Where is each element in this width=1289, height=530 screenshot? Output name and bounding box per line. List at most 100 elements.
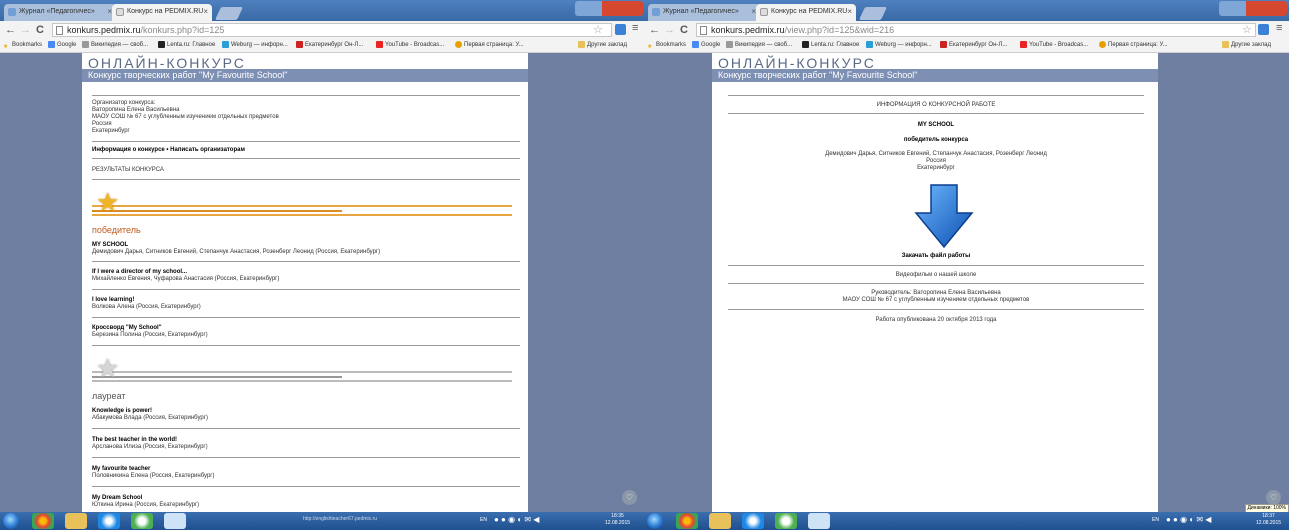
divider [92, 457, 520, 458]
bookmark-star-icon[interactable]: ☆ [593, 23, 603, 36]
bookmark-item[interactable]: Первая страница: У... [1099, 39, 1168, 52]
bookmark-item[interactable]: Weburg — инфорн... [222, 39, 288, 52]
download-link[interactable]: Закачать файл работы [728, 253, 1144, 260]
clock[interactable]: 18:35 12.08.2015 [605, 513, 630, 527]
bookmark-item[interactable]: Google [48, 39, 76, 52]
tab-journal[interactable]: Журнал «Педагогичес» × [4, 4, 116, 21]
download-arrow-icon[interactable] [914, 183, 974, 249]
laureate-title[interactable]: My favourite teacher [92, 466, 150, 473]
window-controls[interactable] [575, 1, 643, 16]
bookmark-item[interactable]: Google [692, 39, 720, 52]
start-orb-icon[interactable] [647, 513, 663, 529]
bookmark-item[interactable]: Википедия — своб... [82, 39, 148, 52]
forward-arrow-icon[interactable]: → [664, 22, 675, 38]
tab-close-icon[interactable]: × [203, 4, 208, 20]
divider [728, 309, 1144, 310]
divider [728, 113, 1144, 114]
other-bookmarks[interactable]: Другие заклад [578, 39, 627, 52]
bookmark-item[interactable]: Lenta.ru: Главное [158, 39, 215, 52]
menu-icon[interactable]: ≡ [632, 22, 638, 34]
bookmark-item[interactable]: YouTube - Broadcas... [376, 39, 444, 52]
tray-icons[interactable]: ● ● ◉ ◐ ✉ ◀ [1166, 516, 1211, 524]
address-bar[interactable]: konkurs.pedmix.ru/konkurs.php?id=125 [52, 23, 612, 37]
language-indicator[interactable]: EN [480, 517, 487, 524]
document-app-icon[interactable] [164, 513, 186, 529]
silver-stripe [92, 380, 512, 382]
clock[interactable]: 18:37 12.08.2015 [1256, 513, 1281, 527]
browser-toolbar: ← → C konkurs.pedmix.ru/konkurs.php?id=1… [0, 21, 645, 39]
bookmark-item[interactable]: Weburg — инфорн... [866, 39, 932, 52]
bookmark-star-icon[interactable]: ☆ [1242, 23, 1252, 36]
menu-icon[interactable]: ≡ [1276, 22, 1282, 34]
scroll-up-circle-icon[interactable]: ♡ [1266, 490, 1281, 505]
divider [92, 486, 520, 487]
reload-icon[interactable]: C [680, 22, 688, 38]
bookmark-item[interactable]: Википедия — своб... [726, 39, 792, 52]
back-arrow-icon[interactable]: ← [649, 22, 660, 38]
document-app-icon[interactable] [808, 513, 830, 529]
language-indicator[interactable]: EN [1152, 517, 1159, 524]
bookmarks-button[interactable]: ★ Bookmarks [3, 39, 42, 52]
divider [92, 141, 520, 142]
bookmarks-button[interactable]: ★ Bookmarks [647, 39, 686, 52]
browser-toolbar: ← → C konkurs.pedmix.ru/view.php?id=125&… [644, 21, 1289, 39]
ie-icon[interactable] [98, 513, 120, 529]
winner-title[interactable]: MY SCHOOL [92, 242, 128, 249]
tab-close-icon[interactable]: × [847, 4, 852, 20]
tab-strip: Журнал «Педагогичес» × Конкурс на PEDMIX… [0, 0, 645, 21]
chrome-icon[interactable] [676, 513, 698, 529]
divider [92, 428, 520, 429]
window-controls[interactable] [1219, 1, 1287, 16]
reload-icon[interactable]: C [36, 22, 44, 38]
school: МАОУ СОШ № 67 с углубленным изучением от… [842, 297, 1030, 303]
explorer-folder-icon[interactable] [709, 513, 731, 529]
winner-title[interactable]: Кроссворд "My School" [92, 325, 162, 332]
laureate-title[interactable]: Knowledge is power! [92, 408, 152, 415]
tab-konkurs[interactable]: Конкурс на PEDMIX.RU × [756, 4, 856, 21]
laureate-authors: Арсланова Илиза (Россия, Екатеринбург) [92, 444, 208, 450]
new-tab-button[interactable] [214, 7, 244, 20]
left-browser-window: Журнал «Педагогичес» × Конкурс на PEDMIX… [0, 0, 645, 530]
chrome-icon[interactable] [32, 513, 54, 529]
back-arrow-icon[interactable]: ← [5, 22, 16, 38]
gold-star-icon: ★ [96, 187, 120, 217]
extension-icon[interactable] [615, 24, 626, 35]
utorrent-icon[interactable] [775, 513, 797, 529]
bookmarks-bar: ★ Bookmarks Google Википедия — своб... Le… [644, 39, 1289, 53]
youtube-icon [376, 40, 383, 48]
bookmark-item[interactable]: Lenta.ru: Главное [802, 39, 859, 52]
winner-authors: Березина Полина (Россия, Екатеринбург) [92, 332, 208, 338]
organizer-name: Ваторопина Елена Васильевна [92, 107, 180, 113]
info-heading: ИНФОРМАЦИЯ О КОНКУРСНОЙ РАБОТЕ [876, 102, 996, 108]
bookmark-item[interactable]: Екатеринбург Он-Л... [940, 39, 1007, 52]
bookmark-item[interactable]: Первая страница: У... [455, 39, 524, 52]
other-bookmarks[interactable]: Другие заклад [1222, 39, 1271, 52]
results-heading: РЕЗУЛЬТАТЫ КОНКУРСА [92, 167, 164, 173]
published-date: Работа опубликована 20 октября 2013 года [875, 317, 997, 323]
winner-title[interactable]: If I were a director of my school... [92, 269, 187, 276]
bookmark-item[interactable]: YouTube - Broadcas... [1020, 39, 1088, 52]
utorrent-icon[interactable] [131, 513, 153, 529]
start-orb-icon[interactable] [3, 513, 19, 529]
laureate-title[interactable]: My Dream School [92, 495, 142, 502]
tab-favicon-icon [652, 8, 660, 16]
new-tab-button[interactable] [858, 7, 888, 20]
winner-title[interactable]: I love learning! [92, 297, 134, 304]
scroll-up-circle-icon[interactable]: ♡ [622, 490, 637, 505]
laureate-title[interactable]: The best teacher in the world! [92, 437, 177, 444]
contest-banner: Конкурс творческих работ "My Favourite S… [712, 69, 1158, 82]
forward-arrow-icon[interactable]: → [20, 22, 31, 38]
ie-icon[interactable] [742, 513, 764, 529]
tab-konkurs[interactable]: Конкурс на PEDMIX.RU × [112, 4, 212, 21]
url-path: /view.php?id=125&wid=216 [784, 25, 895, 35]
address-bar[interactable]: konkurs.pedmix.ru/view.php?id=125&wid=21… [696, 23, 1256, 37]
extension-icon[interactable] [1258, 24, 1269, 35]
divider [92, 158, 520, 159]
silver-stripe [92, 371, 512, 373]
tab-journal[interactable]: Журнал «Педагогичес» × [648, 4, 760, 21]
bookmark-item[interactable]: Екатеринбург Он-Л... [296, 39, 363, 52]
explorer-folder-icon[interactable] [65, 513, 87, 529]
contest-links[interactable]: Информация о конкурсе • Написать организ… [92, 147, 245, 154]
winner-authors: Демидович Дарья, Ситников Евгений, Степа… [92, 249, 381, 255]
tray-icons[interactable]: ● ● ◉ ◐ ✉ ◀ [494, 516, 539, 524]
